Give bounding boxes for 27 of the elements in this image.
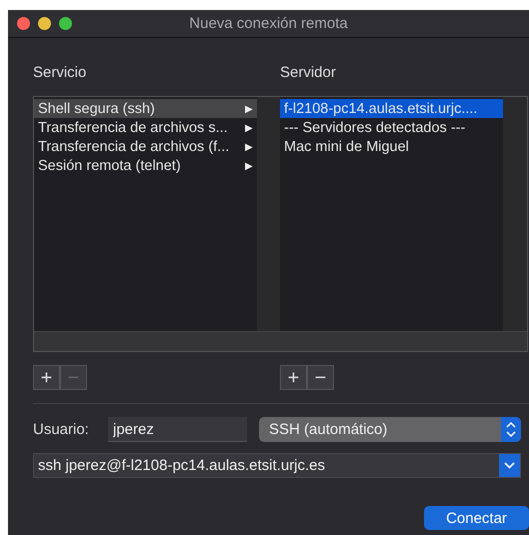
minimize-icon[interactable] (38, 17, 51, 30)
arrow-icon: ▶ (245, 160, 253, 172)
command-combo[interactable]: ssh jperez@f-l2108-pc14.aulas.etsit.urjc.es (33, 453, 521, 478)
arrow-icon: ▶ (245, 102, 253, 114)
list-item[interactable]: Sesión remota (telnet) ▶ (34, 156, 257, 175)
arrow-icon: ▶ (245, 122, 253, 134)
add-button[interactable]: + (280, 365, 307, 390)
list-item[interactable]: --- Servidores detectados --- (280, 118, 503, 137)
window-title: Nueva conexión remota (189, 15, 348, 32)
user-label: Usuario: (33, 421, 90, 438)
user-field[interactable]: jperez (108, 417, 247, 442)
list-item[interactable]: f-l2108-pc14.aulas.etsit.urjc.... (280, 99, 503, 118)
connect-button[interactable]: Conectar (424, 506, 529, 530)
maximize-icon[interactable] (59, 17, 72, 30)
list-item[interactable]: Transferencia de archivos (f... ▶ (34, 137, 257, 156)
column-heading: Servicio (33, 64, 88, 83)
chevron-down-icon (499, 454, 520, 477)
list-item[interactable]: Shell segura (ssh) ▶ (34, 99, 257, 118)
arrow-icon: ▶ (245, 140, 253, 152)
stepper-icon (501, 417, 521, 442)
remove-button[interactable]: − (307, 365, 334, 390)
list-item[interactable]: Mac mini de Miguel (280, 137, 503, 156)
close-icon[interactable] (17, 17, 30, 30)
column-heading: Servidor (280, 64, 337, 83)
list-item[interactable]: Transferencia de archivos s... ▶ (34, 118, 257, 137)
add-button[interactable]: + (33, 365, 60, 390)
protocol-popup[interactable]: SSH (automático) (259, 417, 521, 442)
